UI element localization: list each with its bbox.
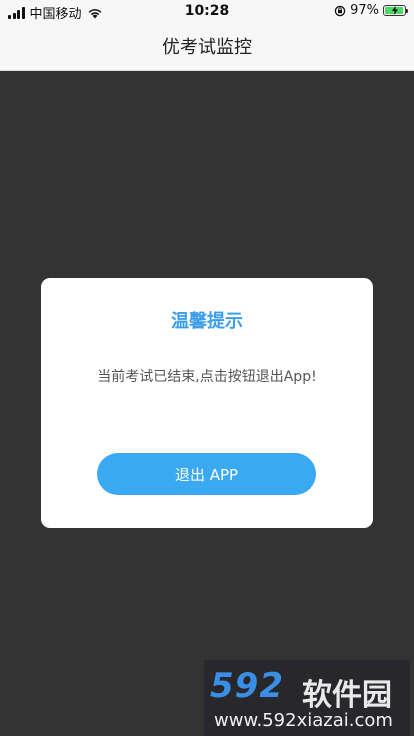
watermark-text: 软件园 xyxy=(302,678,392,713)
exit-app-button[interactable]: 退出 APP xyxy=(97,453,316,495)
orientation-lock-icon xyxy=(334,5,346,16)
navigation-bar: 优考试监控 xyxy=(0,22,414,71)
alert-dialog: 温馨提示 当前考试已结束,点击按钮退出App! 退出 APP xyxy=(41,278,373,528)
page-title: 优考试监控 xyxy=(162,37,252,58)
battery-charging-icon xyxy=(383,5,408,16)
watermark-url: www.592xiazai.com xyxy=(214,710,393,731)
watermark-logo: 592 软件园 www.592xiazai.com xyxy=(204,660,410,736)
battery-percent: 97% xyxy=(350,3,379,18)
dialog-title: 温馨提示 xyxy=(171,311,243,332)
status-bar: 中国移动 10:28 97% xyxy=(0,0,414,22)
status-right: 97% xyxy=(334,3,408,18)
dialog-message: 当前考试已结束,点击按钮退出App! xyxy=(97,369,317,385)
watermark-number: 592 xyxy=(210,666,284,706)
